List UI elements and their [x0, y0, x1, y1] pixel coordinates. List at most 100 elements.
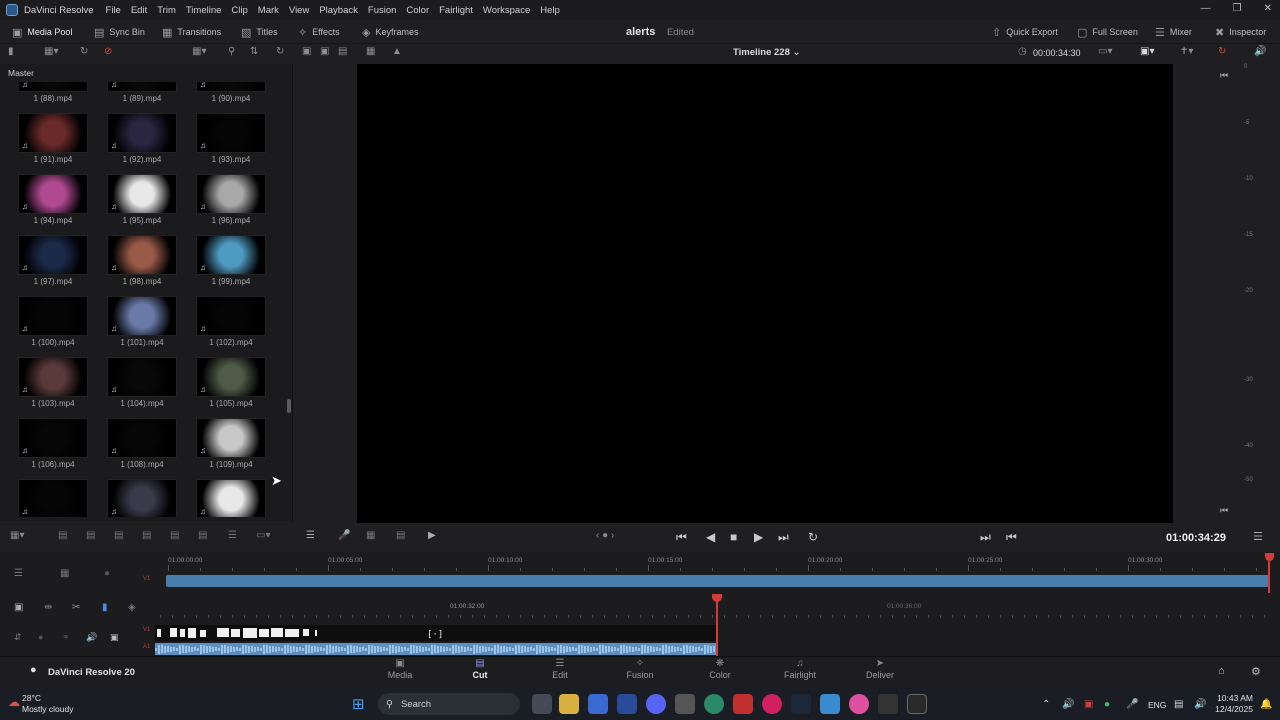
- next-edit-icon[interactable]: ⏮: [1006, 530, 1017, 545]
- go-last-frame-icon[interactable]: ⏮: [1220, 505, 1228, 516]
- render-icon[interactable]: ▶: [428, 530, 436, 541]
- page-tab-media[interactable]: ▣ Media: [370, 658, 430, 680]
- page-tab-fairlight[interactable]: ♫ Fairlight: [770, 658, 830, 680]
- media-clip[interactable]: ♫ 1 (109).mp4: [196, 418, 268, 480]
- timeline-selector[interactable]: Timeline 228 ⌄: [733, 47, 800, 58]
- menu-workspace[interactable]: Workspace: [483, 5, 530, 16]
- headphones-icon[interactable]: ⚭: [62, 632, 70, 643]
- video-toggle-icon[interactable]: ▣: [110, 632, 119, 643]
- stop-icon[interactable]: ■: [730, 530, 737, 544]
- media-clip[interactable]: ♫ 1 (99).mp4: [196, 235, 268, 297]
- timeline-overview-track[interactable]: [166, 575, 1269, 587]
- track-height-icon[interactable]: ☰: [14, 568, 23, 579]
- menu-help[interactable]: Help: [540, 5, 560, 16]
- menu-timeline[interactable]: Timeline: [186, 5, 222, 16]
- settings-sliders-icon[interactable]: ☰: [306, 530, 315, 541]
- menu-fusion[interactable]: Fusion: [368, 5, 397, 16]
- grid-view-icon[interactable]: ▦▾: [192, 46, 206, 57]
- voiceover-icon[interactable]: 🎤: [338, 530, 350, 541]
- layout-film-icon[interactable]: ▤: [338, 46, 347, 57]
- source-overwrite-icon[interactable]: ▤: [198, 530, 207, 541]
- page-tab-color[interactable]: ❋ Color: [690, 658, 750, 680]
- media-clip[interactable]: ♫ 1 (89).mp4: [107, 82, 179, 114]
- layout-dual-icon[interactable]: ▣: [320, 46, 329, 57]
- sync-bin-button[interactable]: ▤ Sync Bin: [94, 20, 145, 44]
- media-clip[interactable]: ♫ 1 (93).mp4: [196, 113, 268, 175]
- taskbar-clock[interactable]: 10:43 AM 12/4/2025: [1213, 693, 1253, 715]
- media-clip[interactable]: ♫ 1 (88).mp4: [18, 82, 90, 114]
- trim-icon[interactable]: ⇹: [44, 602, 52, 613]
- full-screen-button[interactable]: ▢ Full Screen: [1077, 20, 1138, 44]
- windows-start-icon[interactable]: ⊞: [352, 695, 365, 713]
- language-indicator[interactable]: ENG: [1148, 700, 1166, 710]
- blade-icon[interactable]: ✂: [72, 602, 80, 613]
- opera-icon[interactable]: [762, 694, 782, 714]
- inspector-button[interactable]: ✖ Inspector: [1215, 20, 1266, 44]
- lock-track-icon[interactable]: ●: [104, 568, 110, 579]
- close-icon[interactable]: ✕: [1264, 3, 1272, 14]
- menu-trim[interactable]: Trim: [157, 5, 176, 16]
- media-clip[interactable]: ♫ 1 (108).mp4: [107, 418, 179, 480]
- search-icon[interactable]: ⚲: [228, 46, 235, 57]
- page-tab-cut[interactable]: ▤ Cut: [450, 658, 510, 680]
- snapping-icon[interactable]: ▣: [14, 602, 23, 613]
- menu-clip[interactable]: Clip: [231, 5, 247, 16]
- menu-icon[interactable]: ☰: [1253, 530, 1263, 543]
- viewer-mode-icon[interactable]: ▭▾: [1098, 46, 1112, 57]
- display-icon[interactable]: ▭▾: [256, 530, 270, 541]
- home-icon[interactable]: ⌂: [1218, 665, 1225, 677]
- ripple-overwrite-icon[interactable]: ▤: [114, 530, 123, 541]
- smart-insert-icon[interactable]: ▤: [58, 530, 67, 541]
- timeline-ruler-upper[interactable]: [155, 553, 1280, 567]
- app-icon-1[interactable]: [617, 694, 637, 714]
- media-clip[interactable]: ♫ 1 (102).mp4: [196, 296, 268, 358]
- pin-icon[interactable]: ▲: [392, 46, 402, 57]
- davinci-taskbar-icon[interactable]: [907, 694, 927, 714]
- audio-toggle-icon[interactable]: 🔊: [86, 632, 97, 643]
- skip-backward-icon[interactable]: ⏮: [676, 530, 687, 545]
- place-on-top-icon[interactable]: ▤: [170, 530, 179, 541]
- detect-scene-icon[interactable]: ▦: [366, 530, 375, 541]
- media-clip[interactable]: ♫ 1 (105).mp4: [196, 357, 268, 419]
- menu-file[interactable]: File: [106, 5, 121, 16]
- app-icon-4[interactable]: [849, 694, 869, 714]
- media-clip[interactable]: ♫ 1 (95).mp4: [107, 174, 179, 236]
- page-tab-deliver[interactable]: ➤ Deliver: [850, 658, 910, 680]
- layout-single-icon[interactable]: ▣: [302, 46, 311, 57]
- store-icon[interactable]: [588, 694, 608, 714]
- menu-playback[interactable]: Playback: [319, 5, 358, 16]
- track-expand-icon[interactable]: ⇵: [14, 632, 22, 643]
- sidebar-toggle-icon[interactable]: ▮: [8, 46, 14, 57]
- viewer-canvas[interactable]: [357, 64, 1173, 523]
- quick-export-button[interactable]: ⇧ Quick Export: [992, 20, 1058, 44]
- media-clip[interactable]: ♫ 1 (91).mp4: [18, 113, 90, 175]
- media-pool-scrollbar[interactable]: [287, 399, 291, 413]
- import-media-icon[interactable]: ▦▾: [44, 46, 58, 57]
- page-tab-fusion[interactable]: ✧ Fusion: [610, 658, 670, 680]
- track-lock-icon[interactable]: ●: [38, 632, 43, 642]
- skip-forward-icon[interactable]: ⏭: [778, 530, 789, 545]
- safe-area-icon[interactable]: ▣▾: [1140, 46, 1154, 57]
- sort-icon[interactable]: ⇅: [250, 46, 258, 57]
- media-clip[interactable]: ♫: [18, 479, 90, 517]
- page-tab-edit[interactable]: ☰ Edit: [530, 658, 590, 680]
- keyframes-button[interactable]: ◈ Keyframes: [362, 20, 418, 44]
- menu-mark[interactable]: Mark: [258, 5, 279, 16]
- transitions-button[interactable]: ▦ Transitions: [162, 20, 221, 44]
- zoom-tracks-icon[interactable]: ▦: [60, 568, 69, 579]
- settings-icon[interactable]: ⚙: [1251, 665, 1261, 678]
- flag-icon[interactable]: ◈: [128, 602, 136, 613]
- subtitle-icon[interactable]: ▤: [396, 530, 405, 541]
- playhead[interactable]: [716, 594, 718, 656]
- media-clip[interactable]: ♫ 1 (98).mp4: [107, 235, 179, 297]
- browser-icon[interactable]: [704, 694, 724, 714]
- marker-icon[interactable]: ▮: [102, 602, 108, 613]
- minimize-icon[interactable]: —: [1201, 3, 1211, 14]
- jog-control-icon[interactable]: ‹ ● ›: [596, 530, 614, 541]
- notification-icon[interactable]: 🔔: [1260, 699, 1272, 710]
- network-icon[interactable]: ▤: [1174, 699, 1183, 710]
- record-icon[interactable]: ⊘: [104, 46, 112, 57]
- weather-widget[interactable]: 28°C Mostly cloudy: [22, 693, 74, 715]
- close-up-icon[interactable]: ▤: [142, 530, 151, 541]
- mixer-button[interactable]: ☰ Mixer: [1155, 20, 1192, 44]
